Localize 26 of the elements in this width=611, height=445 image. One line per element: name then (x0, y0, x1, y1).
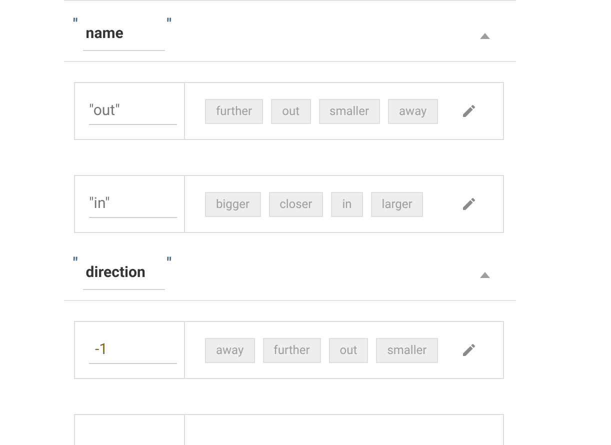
quote-mark: " (166, 17, 172, 32)
synonym-chip[interactable]: smaller (376, 338, 438, 362)
collapse-caret-icon[interactable] (480, 272, 490, 278)
synonym-chip[interactable]: further (205, 98, 264, 124)
entity-name-field[interactable]: name (82, 21, 165, 51)
value-field[interactable]: "out" (89, 97, 177, 125)
value-field[interactable]: "in" (89, 190, 177, 218)
collapse-caret-icon[interactable] (480, 33, 490, 39)
synonym-chip[interactable]: larger (370, 192, 424, 216)
synonym-chip[interactable]: away (205, 338, 255, 362)
synonym-chip[interactable]: in (331, 192, 363, 216)
pencil-icon[interactable] (461, 196, 477, 212)
quote-mark: " (73, 256, 78, 271)
pencil-icon[interactable] (461, 342, 477, 358)
synonym-chip[interactable]: out (328, 338, 368, 362)
synonym-chip[interactable]: further (262, 338, 321, 362)
quote-mark: " (73, 17, 78, 32)
value-field[interactable]: -1 (89, 336, 177, 364)
synonym-chip[interactable]: closer (268, 192, 324, 216)
synonym-chip[interactable]: away (388, 98, 438, 124)
pencil-icon[interactable] (461, 103, 477, 119)
quote-mark: " (166, 256, 172, 271)
synonym-chip[interactable]: smaller (318, 98, 380, 124)
synonym-chip[interactable]: out (271, 98, 311, 124)
entity-name-field[interactable]: direction (82, 260, 165, 290)
synonym-chip[interactable]: bigger (205, 192, 261, 216)
